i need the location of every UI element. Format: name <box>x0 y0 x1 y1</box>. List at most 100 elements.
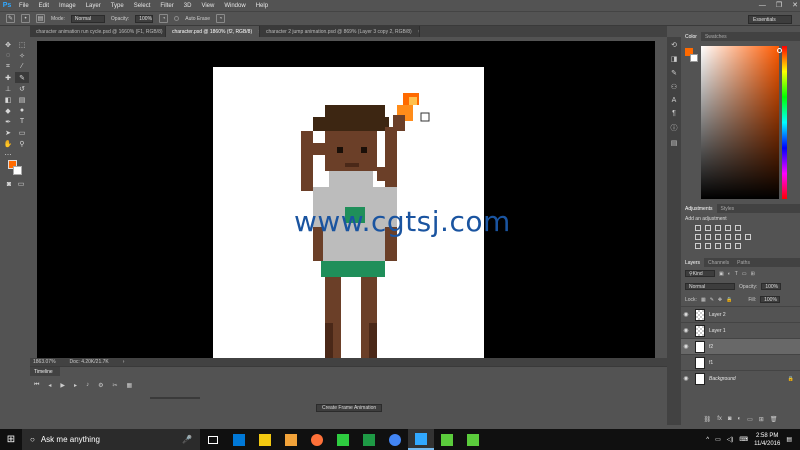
path-select-tool-icon[interactable]: ➤ <box>1 127 15 138</box>
first-frame-icon[interactable]: ⏮ <box>34 382 39 389</box>
exposure-icon[interactable] <box>725 225 731 231</box>
layer-row-f2[interactable]: ◉ f2 <box>681 338 800 354</box>
filter-smart-icon[interactable]: ⊞ <box>751 271 755 277</box>
app-green-icon[interactable] <box>330 429 356 450</box>
tab-layers[interactable]: Layers <box>681 258 705 267</box>
lock-position-icon[interactable]: ✥ <box>718 297 722 303</box>
threshold-icon[interactable] <box>715 243 721 249</box>
gradient-map-icon[interactable] <box>725 243 731 249</box>
levels-icon[interactable] <box>705 225 711 231</box>
task-view-icon[interactable] <box>200 429 226 450</box>
layer-row-layer-1[interactable]: ◉ Layer 1 <box>681 322 800 338</box>
filter-type-icon[interactable]: T <box>735 271 738 277</box>
layer-row-layer-2[interactable]: ◉ Layer 2 <box>681 306 800 322</box>
layer-style-icon[interactable]: fx <box>717 416 722 425</box>
tab-swatches[interactable]: Swatches <box>701 32 731 41</box>
canvas-area[interactable]: www.cgtsj.com <box>37 41 655 358</box>
lasso-tool-icon[interactable]: ◌ <box>1 50 15 61</box>
minimize-button[interactable]: — <box>759 0 766 11</box>
edge-browser-icon[interactable] <box>226 429 252 450</box>
brush-size-icon[interactable]: • <box>21 14 30 23</box>
lock-image-icon[interactable]: ✎ <box>710 297 714 303</box>
blur-tool-icon[interactable]: ◆ <box>1 105 15 116</box>
character-icon[interactable]: A <box>672 97 677 104</box>
tab-color[interactable]: Color <box>681 32 701 41</box>
move-tool-icon[interactable]: ✥ <box>1 39 15 50</box>
timeline-tab[interactable]: Timeline <box>30 367 60 376</box>
menu-view[interactable]: View <box>196 3 219 9</box>
photo-filter-icon[interactable] <box>725 234 731 240</box>
clone-source-icon[interactable]: ⚇ <box>671 83 677 91</box>
gradient-tool-icon[interactable]: ▤ <box>15 94 29 105</box>
tab-character[interactable]: character.psd @ 1860% (f2, RGB/8)× <box>166 26 260 37</box>
network-icon[interactable]: ▭ <box>715 436 721 443</box>
tab-jump-animation[interactable]: character 2 jump animation.psd @ 869% (L… <box>260 26 420 37</box>
pressure-opacity-icon[interactable]: ◔ <box>159 14 169 23</box>
invert-icon[interactable] <box>695 243 701 249</box>
hue-slider[interactable] <box>782 46 787 199</box>
store-icon[interactable] <box>278 429 304 450</box>
camtasia-icon[interactable] <box>434 429 460 450</box>
marquee-tool-icon[interactable]: ⬚ <box>15 39 29 50</box>
timeline-zoom-slider[interactable] <box>150 397 200 399</box>
brightness-contrast-icon[interactable] <box>695 225 701 231</box>
menu-edit[interactable]: Edit <box>34 3 54 9</box>
menu-help[interactable]: Help <box>251 3 273 9</box>
more-tools-icon[interactable]: ⋯ <box>1 149 15 160</box>
eyedropper-tool-icon[interactable]: ⁄ <box>15 61 29 72</box>
file-explorer-icon[interactable] <box>252 429 278 450</box>
new-layer-icon[interactable]: ⊞ <box>759 416 764 425</box>
visibility-eye-icon[interactable]: ◉ <box>681 343 691 350</box>
tab-channels[interactable]: Channels <box>704 258 733 267</box>
close-button[interactable]: ✕ <box>792 0 798 11</box>
channel-mixer-icon[interactable] <box>735 234 741 240</box>
add-mask-icon[interactable]: ◙ <box>728 416 732 425</box>
hand-tool-icon[interactable]: ✋ <box>1 138 15 149</box>
blend-mode-select[interactable]: Normal <box>685 283 735 290</box>
curves-icon[interactable] <box>715 225 721 231</box>
split-icon[interactable]: ✂ <box>112 382 117 389</box>
audio-icon[interactable]: ♪ <box>86 382 89 389</box>
pen-tool-icon[interactable]: ✒ <box>1 116 15 127</box>
pencil-tool-icon[interactable]: ✎ <box>15 72 29 83</box>
history-icon[interactable]: ⟲ <box>671 41 677 49</box>
play-icon[interactable]: ▶ <box>60 382 65 389</box>
transition-icon[interactable]: ▦ <box>126 382 132 389</box>
workspace-select[interactable]: Essentials <box>748 15 792 24</box>
dodge-tool-icon[interactable]: ● <box>15 105 29 116</box>
black-white-icon[interactable] <box>715 234 721 240</box>
color-picker-field[interactable] <box>701 46 779 199</box>
action-center-icon[interactable]: ▤ <box>786 436 792 443</box>
crop-tool-icon[interactable]: ⌗ <box>1 61 15 72</box>
next-frame-icon[interactable]: ▸ <box>74 382 77 389</box>
menu-image[interactable]: Image <box>54 3 81 9</box>
hue-saturation-icon[interactable] <box>695 234 701 240</box>
color-balance-icon[interactable] <box>705 234 711 240</box>
filter-pixel-icon[interactable]: ▣ <box>719 271 724 277</box>
auto-erase-checkbox[interactable] <box>174 16 180 21</box>
layer-opacity-field[interactable]: 100% <box>761 283 782 290</box>
settings-icon[interactable]: ⚙ <box>98 382 103 389</box>
create-frame-animation-button[interactable]: Create Frame Animation <box>316 404 383 412</box>
brush-panel-icon[interactable]: ▤ <box>36 14 45 23</box>
filter-shape-icon[interactable]: ▭ <box>742 271 747 277</box>
menu-filter[interactable]: Filter <box>155 3 178 9</box>
timeline-icon[interactable]: ▤ <box>671 139 678 147</box>
visibility-eye-icon[interactable]: ◉ <box>681 375 691 382</box>
visibility-eye-icon[interactable]: ◉ <box>681 311 691 318</box>
posterize-icon[interactable] <box>705 243 711 249</box>
fill-field[interactable]: 100% <box>760 296 781 303</box>
delete-layer-icon[interactable]: 🗑 <box>770 416 778 425</box>
microphone-icon[interactable]: 🎤 <box>182 435 192 444</box>
shape-tool-icon[interactable]: ▭ <box>15 127 29 138</box>
opacity-field[interactable]: 100% <box>135 14 154 23</box>
vibrance-icon[interactable] <box>735 225 741 231</box>
screen-mode-icon[interactable]: ▭ <box>16 180 26 188</box>
zoom-tool-icon[interactable]: ⚲ <box>15 138 29 149</box>
background-color-swatch[interactable] <box>13 166 22 175</box>
chrome-icon[interactable] <box>382 429 408 450</box>
stamp-tool-icon[interactable]: ⊥ <box>1 83 15 94</box>
cortana-search-box[interactable]: ○ Ask me anything 🎤 <box>22 429 200 450</box>
selective-color-icon[interactable] <box>735 243 741 249</box>
start-button[interactable]: ⊞ <box>0 429 22 450</box>
